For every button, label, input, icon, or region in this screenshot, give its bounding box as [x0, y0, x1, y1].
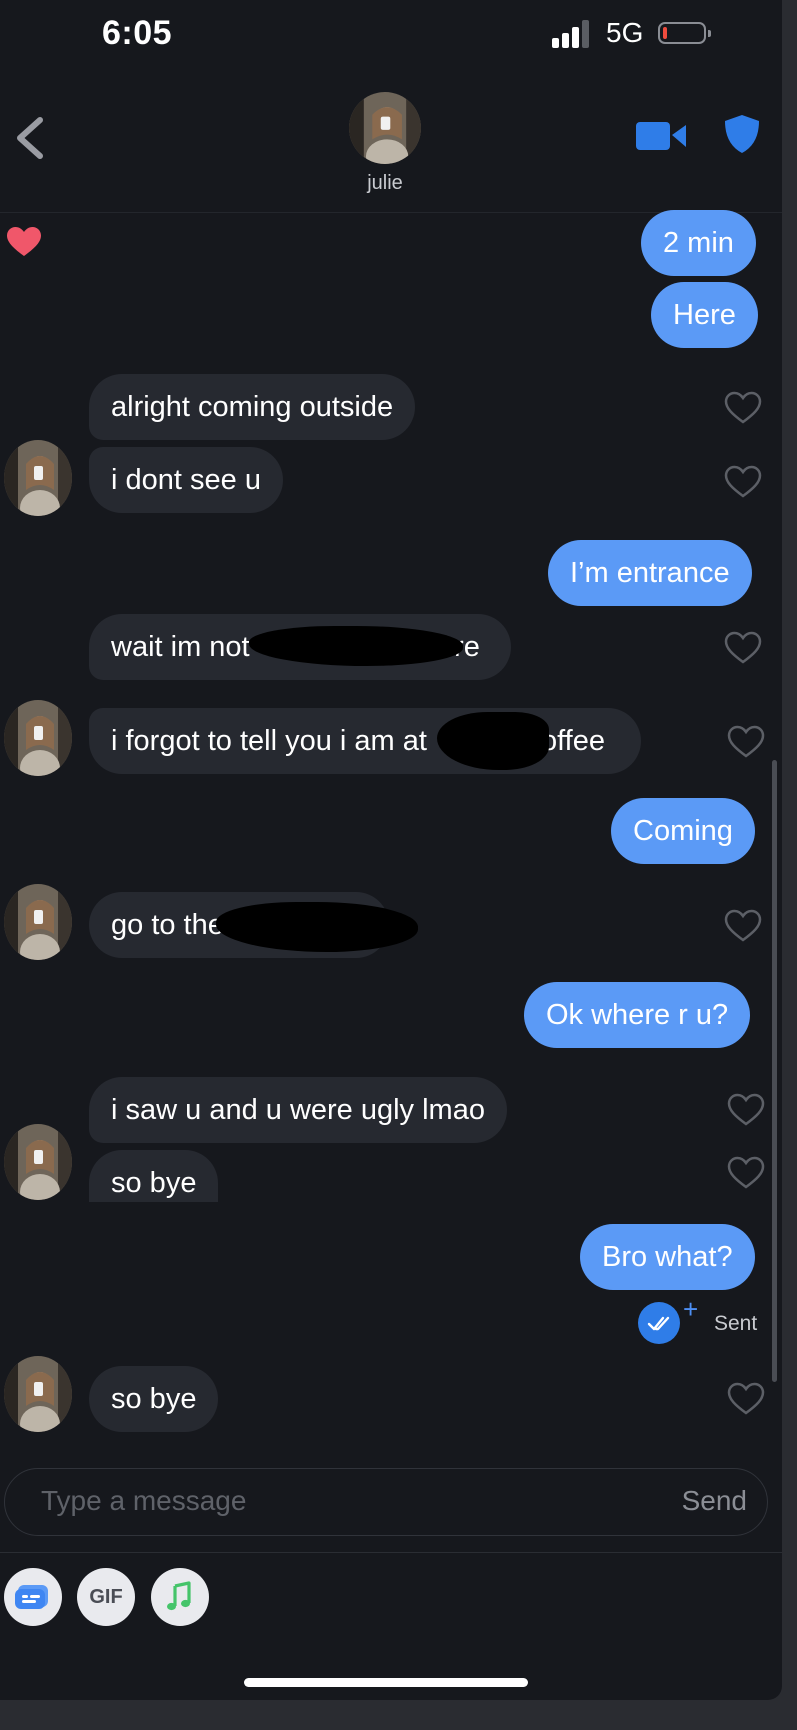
- network-type: 5G: [606, 17, 644, 48]
- message-composer: Send: [4, 1468, 768, 1536]
- outgoing-message[interactable]: Here: [651, 282, 758, 348]
- outgoing-message[interactable]: Coming: [611, 798, 755, 864]
- incoming-message[interactable]: wait im not anymore: [89, 614, 511, 680]
- sticker-button[interactable]: [4, 1568, 62, 1626]
- message-text: Here: [673, 299, 736, 331]
- send-button[interactable]: Send: [682, 1469, 747, 1533]
- incoming-message[interactable]: alright coming outside: [89, 374, 416, 440]
- message-text: so bye: [111, 1383, 197, 1415]
- message-text: i forgot to tell you i am at: [111, 725, 427, 757]
- contact-avatar[interactable]: [349, 92, 421, 164]
- back-button[interactable]: [12, 110, 52, 166]
- heart-outline-icon[interactable]: [727, 725, 765, 759]
- outgoing-message[interactable]: 2 min: [641, 210, 756, 276]
- gif-button[interactable]: GIF: [77, 1568, 135, 1626]
- message-text: Coming: [633, 815, 733, 847]
- cellular-signal-icon: [552, 20, 594, 48]
- scrollbar[interactable]: [772, 760, 777, 1382]
- video-camera-icon: [636, 122, 686, 150]
- incoming-message[interactable]: so bye: [89, 1150, 219, 1202]
- heart-outline-icon[interactable]: [724, 631, 762, 665]
- contact-avatar[interactable]: [4, 1124, 72, 1200]
- gif-label: GIF: [89, 1586, 123, 1608]
- incoming-message[interactable]: i dont see u: [89, 447, 283, 513]
- message-text: wait im not: [111, 631, 250, 663]
- message-text: go to the: [111, 909, 224, 941]
- double-check-icon: [647, 1316, 670, 1331]
- contact-avatar[interactable]: [4, 1356, 72, 1432]
- plus-icon: +: [683, 1294, 699, 1324]
- heart-outline-icon[interactable]: [727, 1156, 765, 1190]
- contact-avatar[interactable]: [4, 884, 72, 960]
- chat-screen: 6:05 5G julie 2 min Here alright coming …: [0, 0, 782, 1700]
- sent-status: Sent: [714, 1312, 758, 1335]
- redaction-mark: [437, 712, 549, 770]
- message-input[interactable]: [35, 1469, 607, 1533]
- contact-avatar[interactable]: [4, 700, 72, 776]
- redaction-mark: [249, 626, 463, 666]
- read-receipt-badge[interactable]: [638, 1302, 680, 1344]
- safety-button[interactable]: [724, 114, 760, 154]
- incoming-message[interactable]: i saw u and u were ugly lmao: [89, 1077, 507, 1143]
- message-text: Bro what?: [602, 1241, 733, 1273]
- contact-name[interactable]: julie: [285, 172, 485, 195]
- heart-outline-icon[interactable]: [724, 391, 762, 425]
- music-note-icon: [167, 1581, 191, 1611]
- message-text: Ok where r u?: [546, 999, 729, 1031]
- video-call-button[interactable]: [636, 118, 686, 152]
- chat-card-icon: [15, 1585, 48, 1609]
- home-indicator: [244, 1678, 528, 1687]
- music-button[interactable]: [151, 1568, 209, 1626]
- liked-heart-icon: [7, 227, 41, 256]
- outgoing-message[interactable]: I’m entrance: [548, 540, 752, 606]
- chat-header: julie: [0, 76, 782, 213]
- message-text: 2 min: [663, 227, 734, 259]
- message-text: alright coming outside: [111, 391, 394, 423]
- chevron-left-icon: [17, 117, 43, 159]
- message-text: i dont see u: [111, 464, 261, 496]
- battery-icon: [658, 22, 711, 44]
- divider: [0, 1552, 782, 1553]
- incoming-message[interactable]: so bye: [89, 1366, 219, 1432]
- heart-outline-icon[interactable]: [727, 1093, 765, 1127]
- message-text: I’m entrance: [570, 557, 730, 589]
- heart-outline-icon[interactable]: [724, 909, 762, 943]
- contact-avatar[interactable]: [4, 440, 72, 516]
- heart-outline-icon[interactable]: [727, 1382, 765, 1416]
- message-text: so bye: [111, 1167, 197, 1199]
- outgoing-message[interactable]: Bro what?: [580, 1224, 755, 1290]
- message-text: offee: [541, 725, 605, 757]
- outgoing-message[interactable]: Ok where r u?: [524, 982, 751, 1048]
- status-time: 6:05: [102, 14, 173, 52]
- heart-outline-icon[interactable]: [724, 465, 762, 499]
- message-text: i saw u and u were ugly lmao: [111, 1094, 485, 1126]
- shield-icon: [725, 115, 759, 153]
- incoming-message[interactable]: i forgot to tell you i am at offee: [89, 708, 641, 774]
